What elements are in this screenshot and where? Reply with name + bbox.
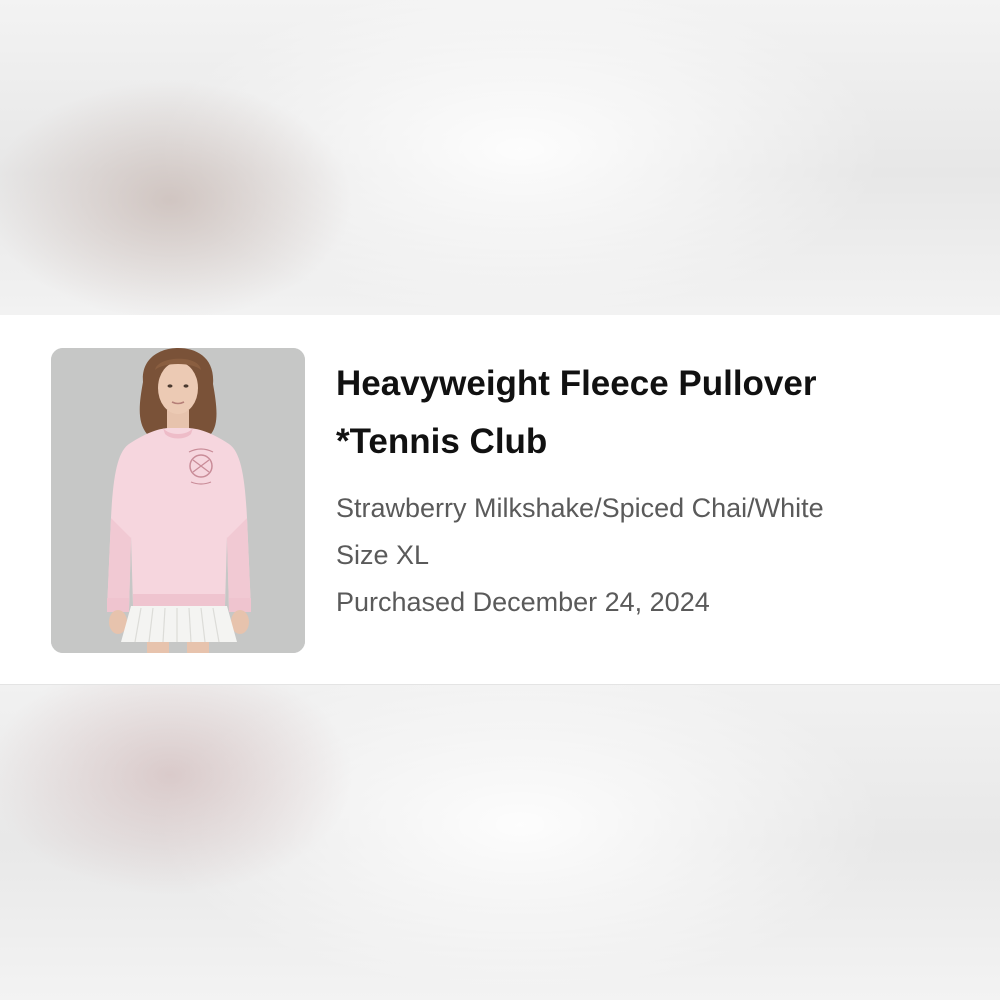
- product-title-line-2: *Tennis Club: [336, 422, 548, 461]
- purchase-item-card[interactable]: Heavyweight Fleece Pullover *Tennis Club…: [0, 315, 1000, 685]
- product-title-line-1: Heavyweight Fleece Pullover: [336, 364, 817, 403]
- blurred-background-bottom: [0, 685, 1000, 1000]
- product-details: Strawberry Milkshake/Spiced Chai/White S…: [336, 485, 976, 626]
- product-thumbnail[interactable]: [51, 348, 305, 653]
- blurred-background-top: [0, 0, 1000, 315]
- product-color: Strawberry Milkshake/Spiced Chai/White: [336, 493, 824, 523]
- product-title[interactable]: Heavyweight Fleece Pullover *Tennis Club: [336, 355, 976, 471]
- product-info: Heavyweight Fleece Pullover *Tennis Club…: [336, 355, 976, 626]
- product-photo-icon: [51, 348, 305, 653]
- product-size: Size XL: [336, 540, 430, 570]
- purchase-date: Purchased December 24, 2024: [336, 587, 710, 617]
